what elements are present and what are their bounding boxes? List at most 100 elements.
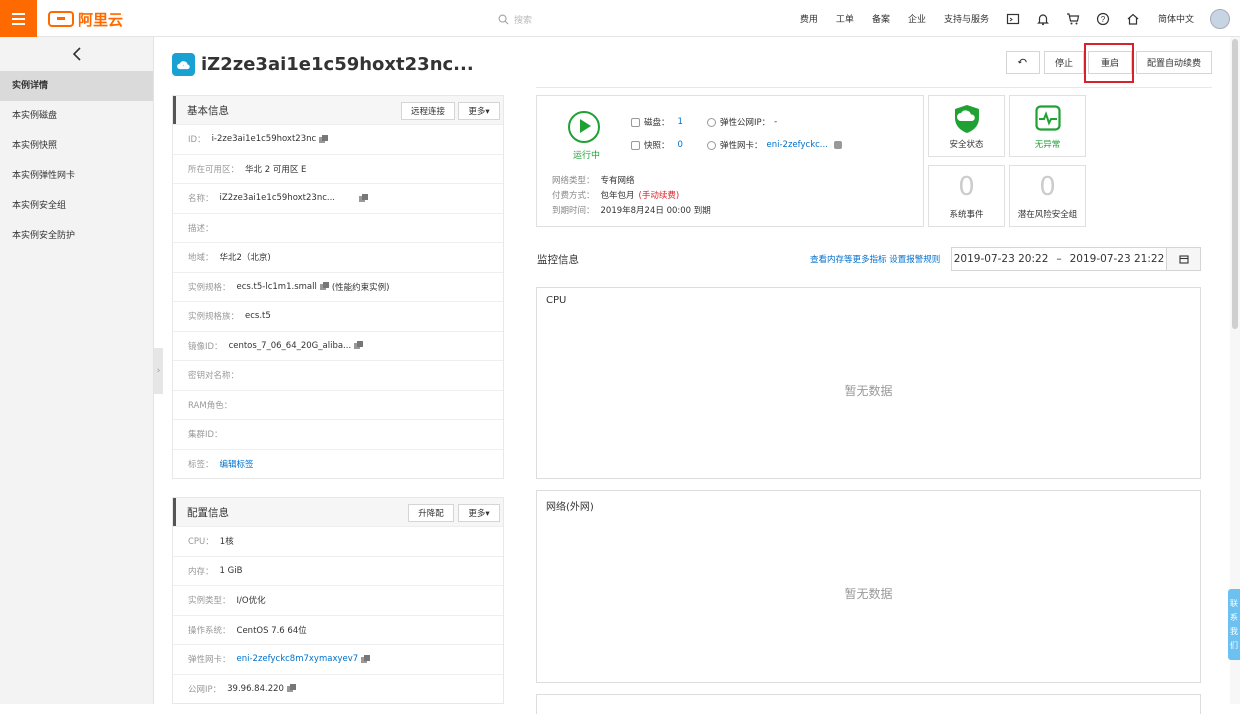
cloud-icon — [172, 53, 195, 76]
sidebar-item-security-protection[interactable]: 本实例安全防护 — [0, 221, 153, 251]
remote-connect-button[interactable]: 远程连接 — [401, 102, 455, 120]
risk-security-group-card[interactable]: 0 潜在风险安全组 — [1009, 165, 1086, 227]
risk-label: 潜在风险安全组 — [1017, 210, 1078, 220]
contact-us-tab[interactable]: 联 系 我 们 — [1228, 589, 1240, 660]
basic-row-tags: 标签： 编辑标签 — [173, 448, 503, 479]
date-end: 2019-07-23 21:22 — [1069, 253, 1165, 265]
basic-info-title: 基本信息 — [187, 104, 229, 117]
refresh-icon — [1018, 58, 1027, 63]
sidebar-collapse-handle[interactable]: › — [154, 348, 163, 394]
cart-icon[interactable] — [1066, 12, 1080, 26]
basic-row-ram-role: RAM角色： — [173, 389, 503, 420]
copy-icon[interactable] — [319, 134, 329, 144]
search-input[interactable]: 搜索 — [498, 11, 532, 27]
network-chart-title: 网络(外网) — [546, 502, 594, 513]
basic-row-name: 名称： iZ2ze3ai1e1c59hoxt23nc... — [173, 183, 503, 213]
config-info-panel: 配置信息 升降配 更多▾ CPU： 1核 内存： 1 GiB 实例类型： I/O优化 … — [172, 497, 504, 704]
restart-highlight — [1084, 43, 1134, 83]
running-status-text: 运行中 — [573, 151, 601, 161]
copy-icon[interactable] — [358, 193, 368, 203]
basic-info-panel: 基本信息 远程连接 更多▾ ID： i-2ze3ai1e1c59hoxt23nc … — [172, 95, 504, 479]
system-events-card[interactable]: 0 系统事件 — [928, 165, 1005, 227]
nav-support[interactable]: 支持与服务 — [944, 12, 989, 25]
nav-ticket[interactable]: 工单 — [836, 12, 854, 25]
monitor-title: 监控信息 — [537, 254, 579, 266]
config-info-title: 配置信息 — [187, 506, 229, 519]
date-separator: – — [1056, 253, 1062, 265]
copy-icon[interactable] — [354, 341, 364, 350]
cpu-chart-title: CPU — [546, 295, 567, 306]
system-events-count: 0 — [958, 172, 975, 202]
health-card[interactable]: 无异常 — [1009, 95, 1086, 157]
avatar[interactable] — [1210, 8, 1230, 29]
config-row-os: 操作系统： CentOS 7.6 64位 — [173, 614, 503, 645]
copy-icon[interactable] — [319, 282, 329, 291]
config-row-public-ip: 公网IP： 39.96.84.220 — [173, 673, 503, 704]
health-label: 无异常 — [1034, 140, 1061, 150]
refresh-button[interactable] — [1006, 51, 1040, 74]
sidebar-item-snapshots[interactable]: 本实例快照 — [0, 131, 153, 161]
sidebar-item-security-group[interactable]: 本实例安全组 — [0, 191, 153, 221]
date-start: 2019-07-23 20:22 — [953, 253, 1049, 265]
heartbeat-icon — [1034, 105, 1061, 131]
top-bar: 阿里云 搜索 费用 工单 备案 企业 支持与服务 ? 简体中文 — [0, 0, 1240, 37]
basic-more-button[interactable]: 更多▾ — [458, 102, 500, 120]
config-row-instance-type: 实例类型： I/O优化 — [173, 585, 503, 615]
snapshot-count: 快照： 0 — [631, 139, 683, 151]
language-switch[interactable]: 简体中文 — [1158, 12, 1194, 25]
payment-type: 付费方式： 包年包月 (手动续费) — [552, 189, 680, 201]
eip-info: 弹性公网IP： - — [707, 116, 777, 128]
bell-icon[interactable] — [1036, 12, 1050, 26]
basic-row-cluster: 集群ID： — [173, 419, 503, 449]
basic-row-spec: 实例规格： ecs.t5-lc1m1.small (性能约束实例) — [173, 271, 503, 302]
eni-link[interactable]: eni-2zefyckc8m7xymaxyev7 — [237, 654, 359, 664]
aliyun-logo[interactable]: 阿里云 — [48, 9, 123, 29]
nav-enterprise[interactable]: 企业 — [908, 12, 926, 25]
auto-renew-button[interactable]: 配置自动续费 — [1136, 51, 1212, 74]
manual-renew-link[interactable]: (手动续费) — [639, 189, 680, 201]
instance-header: iZ2ze3ai1e1c59hoxt23nc... — [172, 53, 474, 76]
eip-icon — [707, 117, 716, 127]
security-status-card[interactable]: 安全状态 — [928, 95, 1005, 157]
calendar-button[interactable] — [1166, 247, 1201, 271]
edit-tags-link[interactable]: 编辑标签 — [220, 458, 254, 470]
basic-row-id: ID： i-2ze3ai1e1c59hoxt23nc — [173, 124, 503, 154]
copy-icon[interactable] — [833, 141, 842, 149]
copy-icon[interactable] — [361, 654, 371, 664]
config-row-eni: 弹性网卡： eni-2zefyckc8m7xymaxyev7 — [173, 644, 503, 674]
home-icon[interactable] — [1126, 12, 1140, 26]
nav-billing[interactable]: 费用 — [800, 12, 818, 25]
search-icon — [498, 14, 509, 25]
cpu-chart: CPU 暂无数据 — [536, 287, 1201, 479]
basic-row-zone: 所在可用区： 华北 2 可用区 E — [173, 153, 503, 184]
upgrade-button[interactable]: 升降配 — [408, 504, 454, 522]
basic-row-keypair: 密钥对名称： — [173, 360, 503, 390]
cpu-no-data: 暂无数据 — [844, 384, 893, 398]
risk-count: 0 — [1039, 172, 1056, 202]
network-no-data: 暂无数据 — [844, 587, 893, 601]
monitor-links[interactable]: 查看内存等更多指标 设置报警规则 — [810, 253, 940, 265]
stop-button[interactable]: 停止 — [1044, 51, 1084, 74]
nav-icp[interactable]: 备案 — [872, 12, 890, 25]
sidebar-item-eni[interactable]: 本实例弹性网卡 — [0, 161, 153, 191]
basic-row-spec-family: 实例规格族： ecs.t5 — [173, 301, 503, 331]
svg-text:?: ? — [1101, 14, 1106, 23]
date-range-picker[interactable]: 2019-07-23 20:22 – 2019-07-23 21:22 — [951, 247, 1167, 271]
disk-icon — [631, 117, 640, 127]
security-status-label: 安全状态 — [949, 140, 984, 150]
expire-time: 到期时间： 2019年8月24日 00:00 到期 — [552, 206, 711, 216]
copy-icon[interactable] — [286, 684, 296, 693]
config-more-button[interactable]: 更多▾ — [458, 504, 500, 522]
message-icon[interactable] — [1006, 12, 1020, 26]
eni-info: 弹性网卡： eni-2zefyckc... — [707, 139, 846, 151]
sidebar-item-disks[interactable]: 本实例磁盘 — [0, 101, 153, 131]
next-chart — [536, 694, 1201, 714]
network-type: 网络类型： 专有网络 — [552, 176, 635, 186]
back-button[interactable] — [0, 37, 153, 71]
sidebar: 实例详情 本实例磁盘 本实例快照 本实例弹性网卡 本实例安全组 本实例安全防护 — [0, 37, 154, 704]
basic-row-region: 地域： 华北2（北京) — [173, 242, 503, 272]
menu-icon[interactable] — [0, 0, 37, 37]
help-icon[interactable]: ? — [1096, 12, 1110, 26]
shield-icon — [954, 105, 979, 133]
sidebar-item-instance-detail[interactable]: 实例详情 — [0, 71, 153, 101]
